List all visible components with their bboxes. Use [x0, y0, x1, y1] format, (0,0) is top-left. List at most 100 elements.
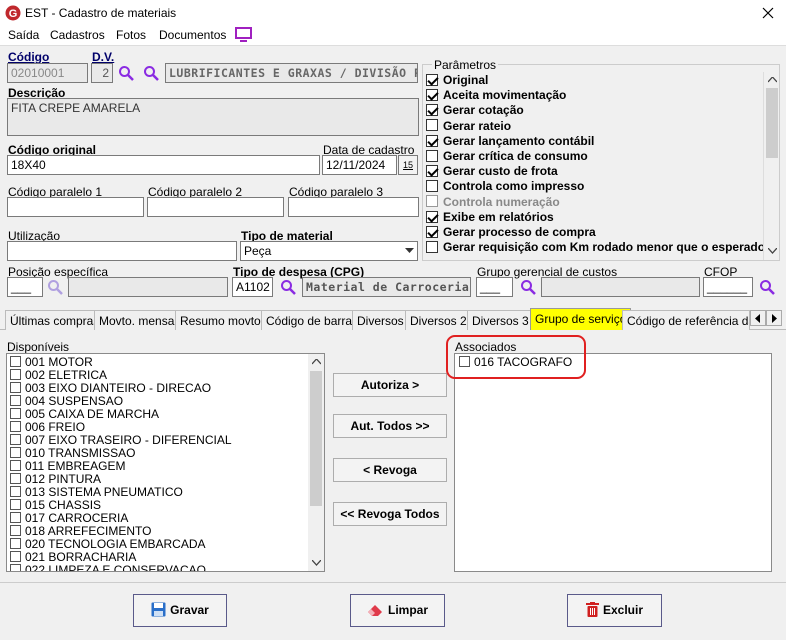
param-checkbox[interactable] [426, 149, 438, 162]
tab-movto-mensal[interactable]: Movto. mensal [94, 310, 183, 330]
tab-diversos-3[interactable]: Diversos 3 [467, 310, 534, 330]
chevron-up-icon[interactable] [312, 359, 321, 365]
scroll-thumb[interactable] [766, 88, 778, 158]
list-item-checkbox[interactable] [10, 512, 21, 524]
paralelo3-field[interactable] [288, 197, 419, 217]
list-item-checkbox[interactable] [10, 538, 21, 550]
menu-documentos[interactable]: Documentos [159, 28, 226, 42]
grupo-gerencial-field[interactable]: ___ [476, 277, 513, 297]
list-item-label: 015 CHASSIS [25, 498, 102, 512]
tab-scroll-left[interactable] [750, 310, 766, 326]
tab-scroll-right[interactable] [766, 310, 782, 326]
search-icon[interactable] [280, 279, 296, 295]
param-checkbox[interactable] [426, 104, 438, 117]
param-item[interactable]: Gerar crítica de consumo [426, 149, 588, 164]
param-checkbox[interactable] [426, 119, 438, 132]
monitor-icon[interactable] [235, 27, 252, 42]
tab-codigo-referencia[interactable]: Código de referência da m [622, 310, 750, 330]
param-item[interactable]: Gerar custo de frota [426, 164, 558, 179]
menu-saida[interactable]: Saída [8, 28, 39, 42]
search-icon[interactable] [759, 279, 775, 295]
excluir-button[interactable]: Excluir [567, 594, 662, 627]
param-item[interactable]: Gerar cotação [426, 103, 524, 118]
param-checkbox[interactable] [426, 134, 438, 147]
list-item-checkbox[interactable] [10, 564, 21, 571]
param-item[interactable]: Aceita movimentação [426, 88, 566, 103]
param-item[interactable]: Controla numeração [426, 195, 560, 210]
posicao-field[interactable]: ___ [7, 277, 43, 297]
list-item-checkbox[interactable] [10, 551, 21, 563]
revoga-todos-button[interactable]: << Revoga Todos [333, 502, 447, 526]
list-item-label: 018 ARREFECIMENTO [25, 524, 152, 538]
chevron-down-icon[interactable] [768, 248, 777, 254]
list-item-checkbox[interactable] [10, 460, 21, 472]
param-checkbox[interactable] [426, 180, 438, 193]
parametros-scrollbar[interactable] [763, 72, 779, 260]
disponiveis-scrollbar[interactable] [308, 354, 324, 571]
utilizacao-field[interactable] [7, 241, 237, 261]
list-item-checkbox[interactable] [10, 447, 21, 459]
tab-grupo-servico[interactable]: Grupo de serviço [530, 308, 632, 330]
tab-diversos[interactable]: Diversos [352, 310, 409, 330]
paralelo2-field[interactable] [147, 197, 284, 217]
descricao-field[interactable]: FITA CREPE AMARELA [7, 98, 419, 136]
chevron-up-icon[interactable] [768, 77, 777, 83]
tipo-material-select[interactable]: Peça [240, 241, 418, 261]
tab-ultimas-compras[interactable]: Últimas compras [5, 310, 105, 330]
revoga-button[interactable]: < Revoga [333, 458, 447, 482]
close-icon[interactable] [762, 7, 774, 19]
param-checkbox[interactable] [426, 165, 438, 178]
cfop-field[interactable]: ______ [703, 277, 753, 297]
calendar-icon[interactable]: 15 [398, 155, 418, 175]
dv-field[interactable]: 2 [91, 63, 113, 83]
paralelo1-field[interactable] [7, 197, 144, 217]
codigo-field[interactable]: 02010001 [7, 63, 88, 83]
tab-codigo-barras[interactable]: Código de barras [261, 310, 364, 330]
list-item-checkbox[interactable] [10, 486, 21, 498]
list-item[interactable]: 022 LIMPEZA E CONSERVACAO [10, 564, 206, 571]
list-item-checkbox[interactable] [10, 499, 21, 511]
param-item[interactable]: Original [426, 73, 488, 88]
window-title: EST - Cadastro de materiais [25, 6, 177, 20]
autoriza-todos-button[interactable]: Aut. Todos >> [333, 414, 447, 438]
param-item[interactable]: Gerar rateio [426, 119, 511, 134]
tab-resumo-movto[interactable]: Resumo movto. [175, 310, 270, 330]
param-item[interactable]: Gerar requisição com Km rodado menor que… [426, 240, 765, 255]
data-cadastro-field[interactable]: 12/11/2024 [322, 155, 397, 175]
autoriza-button[interactable]: Autoriza > [333, 373, 447, 397]
disponiveis-list[interactable]: 001 MOTOR 002 ELETRICA 003 EIXO DIANTEIRO … [6, 353, 325, 572]
tab-diversos-2[interactable]: Diversos 2 [405, 310, 472, 330]
param-checkbox[interactable] [426, 73, 438, 86]
param-checkbox[interactable] [426, 195, 438, 208]
tipo-despesa-field[interactable]: A1102 [232, 277, 273, 297]
list-item-checkbox[interactable] [10, 408, 21, 420]
search-icon[interactable] [143, 65, 159, 81]
list-item-checkbox[interactable] [10, 369, 21, 381]
scroll-thumb[interactable] [310, 371, 322, 506]
param-item[interactable]: Controla como impresso [426, 179, 584, 194]
param-checkbox[interactable] [426, 210, 438, 223]
param-checkbox[interactable] [426, 89, 438, 102]
list-item-checkbox[interactable] [10, 473, 21, 485]
list-item-checkbox[interactable] [10, 421, 21, 433]
search-icon[interactable] [520, 279, 536, 295]
codigo-original-field[interactable]: 18X40 [7, 155, 320, 175]
chevron-down-icon[interactable] [312, 560, 321, 566]
limpar-button[interactable]: Limpar [350, 594, 445, 627]
menu-fotos[interactable]: Fotos [116, 28, 146, 42]
search-icon[interactable] [47, 279, 63, 295]
param-item[interactable]: Exibe em relatórios [426, 210, 554, 225]
list-item-checkbox[interactable] [10, 382, 21, 394]
list-item-checkbox[interactable] [10, 525, 21, 537]
list-item-checkbox[interactable] [10, 395, 21, 407]
gravar-button[interactable]: Gravar [133, 594, 227, 627]
associados-list[interactable]: 016 TACOGRAFO [454, 353, 772, 572]
menu-cadastros[interactable]: Cadastros [50, 28, 105, 42]
param-item[interactable]: Gerar lançamento contábil [426, 134, 594, 149]
list-item-checkbox[interactable] [10, 434, 21, 446]
param-item[interactable]: Gerar processo de compra [426, 225, 596, 240]
param-checkbox[interactable] [426, 241, 438, 254]
search-icon[interactable] [118, 65, 134, 81]
param-checkbox[interactable] [426, 225, 438, 238]
list-item-checkbox[interactable] [10, 356, 21, 368]
